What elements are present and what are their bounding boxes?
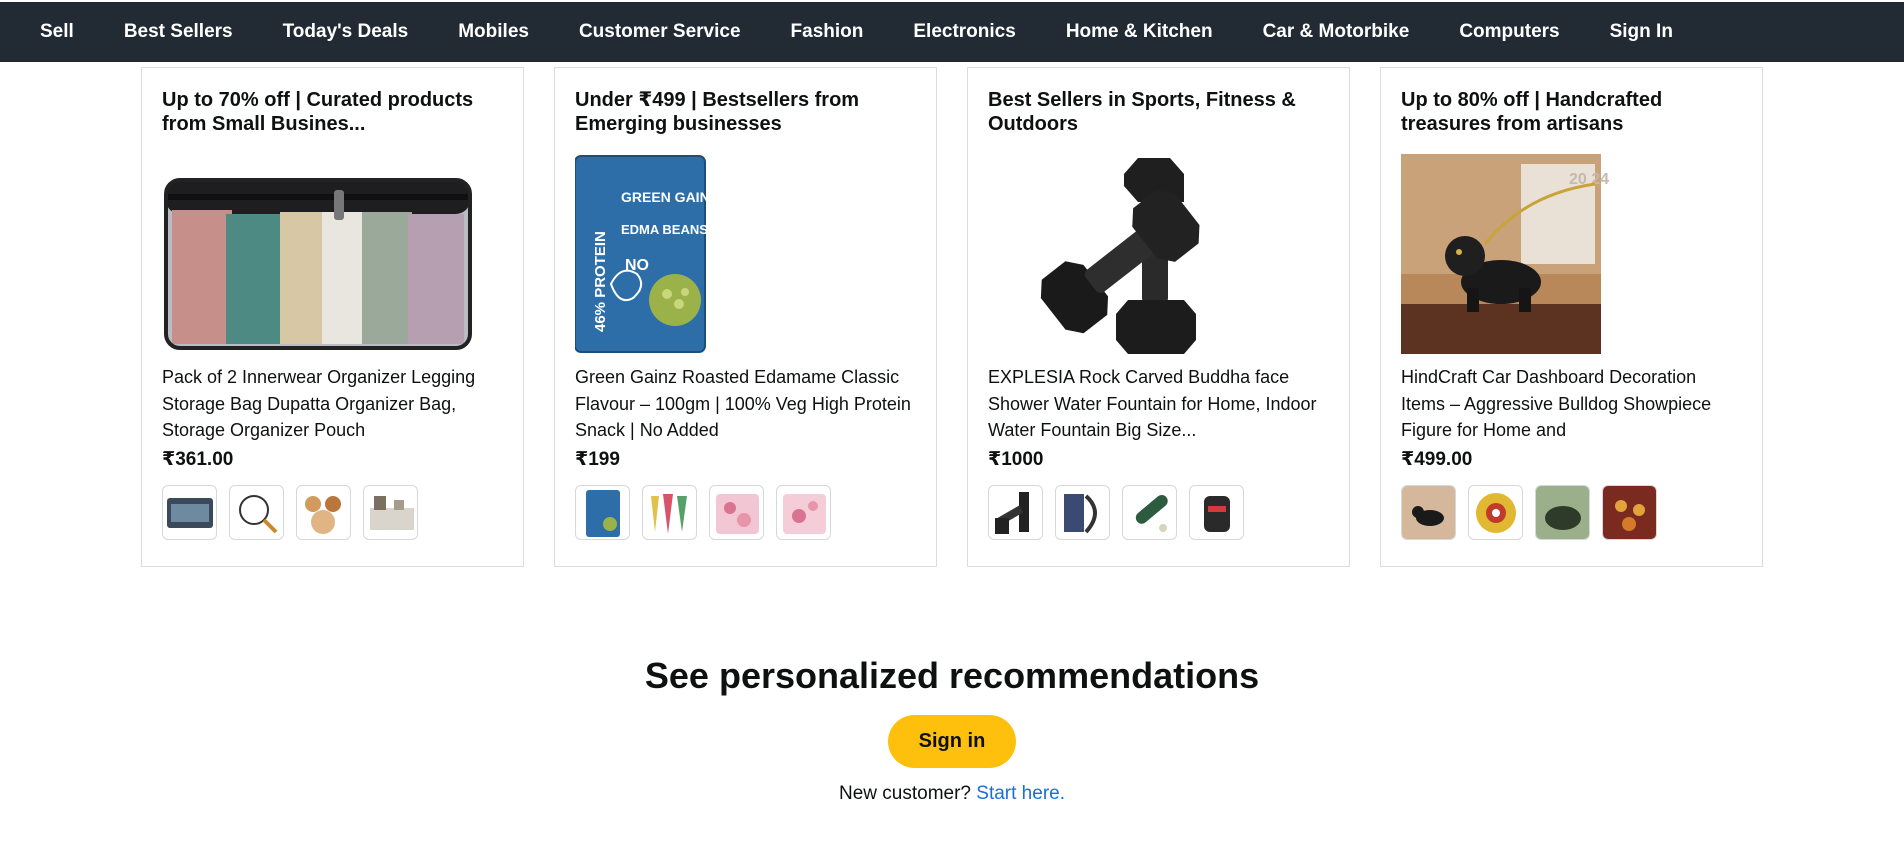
nav-customer-service[interactable]: Customer Service (579, 21, 741, 43)
thumbnail-wrist-band[interactable] (1189, 485, 1244, 540)
nav-computers[interactable]: Computers (1459, 21, 1559, 43)
thumbnail-pink-pack[interactable] (709, 485, 764, 540)
card-title[interactable]: Under ₹499 | Bestsellers from Emerging b… (575, 88, 916, 140)
recommendations-title: See personalized recommendations (644, 655, 1260, 696)
organizer-bag-image[interactable] (162, 154, 474, 354)
thumbnail-yoga-mat[interactable] (1122, 485, 1177, 540)
nav-todays-deals[interactable]: Today's Deals (283, 21, 409, 43)
pack-side-text: 46% PROTEIN (592, 231, 609, 332)
deal-cards: Up to 70% off | Curated products from Sm… (141, 67, 1763, 567)
thumbnail-green-figures[interactable] (1535, 485, 1590, 540)
nav-home-kitchen[interactable]: Home & Kitchen (1066, 21, 1213, 43)
deal-card: Under ₹499 | Bestsellers from Emerging b… (554, 67, 937, 567)
thumbnail-magnifier[interactable] (229, 485, 284, 540)
deal-card: Up to 70% off | Curated products from Sm… (141, 67, 524, 567)
product-price: ₹1000 (988, 449, 1044, 470)
thumbnail-row (162, 485, 503, 540)
product-description[interactable]: Pack of 2 Innerwear Organizer Legging St… (162, 364, 503, 444)
card-title[interactable]: Best Sellers in Sports, Fitness & Outdoo… (988, 88, 1329, 140)
thumbnail-dumbbells[interactable] (988, 485, 1043, 540)
pack-name-text: EDMA BEANS (621, 222, 708, 237)
top-nav-bar: Sell Best Sellers Today's Deals Mobiles … (0, 2, 1904, 62)
nav-sell[interactable]: Sell (40, 21, 74, 43)
thumbnail-edamame[interactable] (575, 485, 630, 540)
thumbnail-mandala[interactable] (1468, 485, 1523, 540)
thumbnail-bag[interactable] (162, 485, 217, 540)
nav-mobiles[interactable]: Mobiles (458, 21, 529, 43)
thumbnail-kitchen[interactable] (363, 485, 418, 540)
recommendations-section: See personalized recommendations Sign in… (0, 655, 1904, 805)
nav-fashion[interactable]: Fashion (791, 21, 864, 43)
product-description[interactable]: HindCraft Car Dashboard Decoration Items… (1401, 364, 1742, 444)
new-customer-text: New customer? Start here. (0, 783, 1904, 805)
deal-card: Up to 80% off | Handcrafted treasures fr… (1380, 67, 1763, 567)
thumbnail-bulldog[interactable] (1401, 485, 1456, 540)
dumbbells-image[interactable] (988, 154, 1300, 354)
thumbnail-row (575, 485, 916, 540)
edamame-pack-image[interactable]: GREEN GAINZ EDMA BEANS NO 46% PROTEIN (575, 154, 887, 354)
nav-car-motorbike[interactable]: Car & Motorbike (1263, 21, 1410, 43)
product-description[interactable]: Green Gainz Roasted Edamame Classic Flav… (575, 364, 916, 444)
product-price: ₹199 (575, 449, 620, 470)
pack-no-text: NO (625, 257, 649, 274)
thumbnail-hand-gripper[interactable] (1055, 485, 1110, 540)
nav-electronics[interactable]: Electronics (913, 21, 1015, 43)
nav-best-sellers[interactable]: Best Sellers (124, 21, 233, 43)
start-here-link[interactable]: Start here. (976, 783, 1065, 804)
card-title[interactable]: Up to 70% off | Curated products from Sm… (162, 88, 503, 140)
thumbnail-diyas[interactable] (1602, 485, 1657, 540)
product-price: ₹361.00 (162, 449, 234, 470)
card-title[interactable]: Up to 80% off | Handcrafted treasures fr… (1401, 88, 1742, 140)
thumbnail-row (1401, 485, 1742, 540)
product-description[interactable]: EXPLESIA Rock Carved Buddha face Shower … (988, 364, 1329, 444)
pack-brand-text: GREEN GAINZ (621, 189, 719, 205)
sign-in-button[interactable]: Sign in (888, 715, 1016, 768)
new-customer-label: New customer? (839, 783, 971, 804)
product-price: ₹499.00 (1401, 449, 1473, 470)
thumbnail-pink-pack-2[interactable] (776, 485, 831, 540)
deal-card: Best Sellers in Sports, Fitness & Outdoo… (967, 67, 1350, 567)
nav-sign-in[interactable]: Sign In (1610, 21, 1673, 43)
bulldog-figure-image[interactable]: 20 24 (1401, 154, 1713, 354)
thumbnail-cookies[interactable] (296, 485, 351, 540)
thumbnail-row (988, 485, 1329, 540)
thumbnail-piping-bags[interactable] (642, 485, 697, 540)
